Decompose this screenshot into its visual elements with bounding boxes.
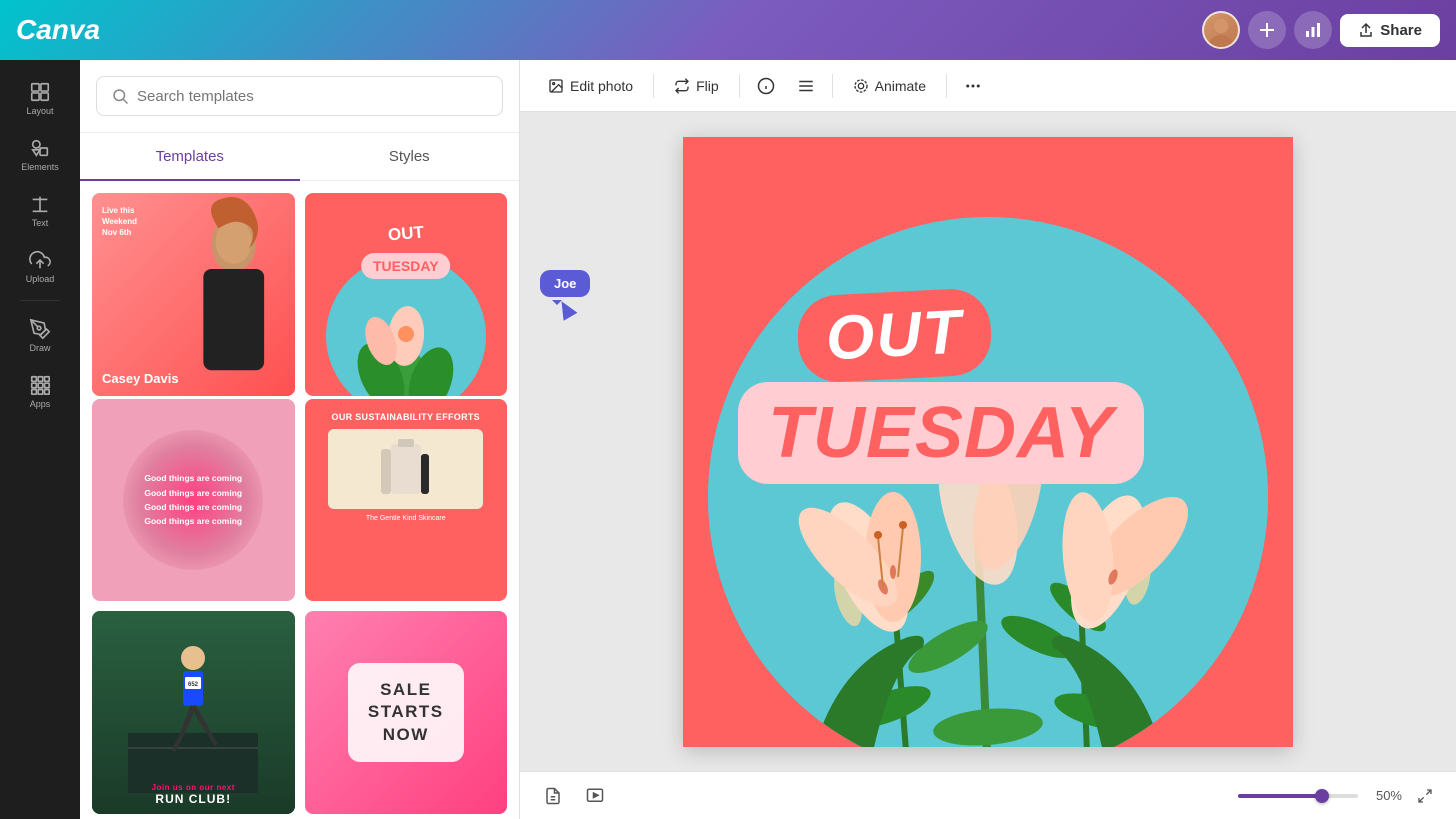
tabs-row: Templates Styles (80, 133, 519, 181)
bottom-bar: 50% (520, 771, 1456, 819)
template2-out: OUT (377, 219, 435, 250)
sidebar-elements-label: Elements (21, 162, 59, 172)
zoom-label: 50% (1366, 788, 1402, 803)
header: Canva (0, 0, 1456, 60)
app-logo[interactable]: Canva (16, 14, 100, 46)
info-icon (757, 77, 775, 95)
template6-text: SALE STARTS NOW (368, 679, 444, 745)
template1-subtitle2: Weekend (102, 216, 137, 227)
zoom-slider[interactable] (1238, 794, 1358, 798)
header-right: Share (1202, 11, 1440, 49)
sidebar-apps-label: Apps (30, 399, 51, 409)
flip-label: Flip (696, 78, 719, 94)
search-input[interactable] (137, 88, 488, 105)
svg-text:652: 652 (188, 682, 199, 688)
zoom-fill (1238, 794, 1322, 798)
sidebar-item-upload[interactable]: Upload (10, 240, 70, 292)
notes-button[interactable] (536, 779, 570, 813)
sidebar-item-text[interactable]: Text (10, 184, 70, 236)
template-card-event[interactable]: Live this Weekend Nov 6th Casey Davis (92, 193, 295, 396)
design-canvas[interactable]: OUT TUESDAY (683, 137, 1293, 747)
template-card-sustainability[interactable]: OUR SUSTAINABILITY EFFORTS The Gentle Ki… (305, 399, 508, 602)
flip-button[interactable]: Flip (662, 71, 731, 101)
sidebar-text-label: Text (32, 218, 49, 228)
sidebar-layout-label: Layout (26, 106, 53, 116)
play-button[interactable] (578, 779, 612, 813)
template1-subtitle: Live this (102, 205, 137, 216)
sidebar-item-draw[interactable]: Draw (10, 309, 70, 361)
toolbar-divider-4 (946, 74, 947, 98)
user-avatar[interactable] (1202, 11, 1240, 49)
joe-name: Joe (554, 276, 576, 291)
template-card-sale[interactable]: SALE STARTS NOW (305, 611, 508, 814)
flip-icon (674, 78, 690, 94)
toolbar-divider-3 (832, 74, 833, 98)
template3-text: Good things are comingGood things are co… (144, 471, 242, 529)
toolbar-divider-1 (653, 74, 654, 98)
animate-label: Animate (875, 78, 926, 94)
template6-box: SALE STARTS NOW (348, 663, 464, 761)
add-button[interactable] (1248, 11, 1286, 49)
info-button[interactable] (748, 68, 784, 104)
template1-subtitle3: Nov 6th (102, 227, 137, 238)
fullscreen-icon (1417, 788, 1433, 804)
toolbar: Edit photo Flip (520, 60, 1456, 112)
sidebar-draw-label: Draw (29, 343, 50, 353)
canvas-tuesday-label[interactable]: TUESDAY (738, 382, 1144, 484)
templates-grid: Live this Weekend Nov 6th Casey Davis (80, 181, 519, 819)
template-card-runclub[interactable]: 652 Join us on our next RUN CLUB! (92, 611, 295, 814)
zoom-controls: 50% (1238, 781, 1440, 811)
search-icon (111, 87, 129, 105)
edit-photo-button[interactable]: Edit photo (536, 71, 645, 101)
sidebar-divider (20, 300, 60, 301)
share-label: Share (1380, 22, 1422, 39)
template4-image (328, 429, 483, 509)
canvas-container[interactable]: Joe (520, 112, 1456, 771)
more-button[interactable] (955, 68, 991, 104)
animate-button[interactable]: Animate (841, 71, 938, 101)
avatar-initials (1204, 13, 1238, 47)
sidebar-item-apps[interactable]: Apps (10, 365, 70, 417)
sidebar-item-layout[interactable]: Layout (10, 72, 70, 124)
tab-styles[interactable]: Styles (300, 134, 520, 181)
toolbar-divider-2 (739, 74, 740, 98)
menu-button[interactable] (788, 68, 824, 104)
notes-icon (544, 787, 562, 805)
template-card-tuesday[interactable]: OUT TUESDAY (305, 193, 508, 396)
more-icon (964, 77, 982, 95)
play-icon (586, 787, 604, 805)
tab-templates[interactable]: Templates (80, 134, 300, 181)
search-bar (80, 60, 519, 133)
template-card-motivational[interactable]: Good things are comingGood things are co… (92, 399, 295, 602)
template4-brand: The Gentle Kind Skincare (366, 515, 446, 522)
edit-photo-label: Edit photo (570, 78, 633, 94)
sidebar: Layout Elements Text Upload (0, 60, 80, 819)
share-button[interactable]: Share (1340, 14, 1440, 47)
templates-panel: Templates Styles Live this Weekend (80, 60, 520, 819)
sidebar-item-elements[interactable]: Elements (10, 128, 70, 180)
template4-title: OUR SUSTAINABILITY EFFORTS (332, 411, 480, 424)
zoom-thumb[interactable] (1315, 789, 1329, 803)
template5-text: Join us on our next RUN CLUB! (92, 783, 295, 806)
canvas-out-label[interactable]: OUT (796, 287, 993, 384)
fullscreen-button[interactable] (1410, 781, 1440, 811)
edit-photo-icon (548, 78, 564, 94)
template1-name: Casey Davis (102, 371, 179, 386)
user-bubble-joe: Joe (540, 270, 590, 297)
menu-icon (797, 77, 815, 95)
template2-tuesday: TUESDAY (361, 253, 451, 279)
sidebar-upload-label: Upload (26, 274, 55, 284)
animate-icon (853, 78, 869, 94)
search-input-wrap[interactable] (96, 76, 503, 116)
canvas-area: Edit photo Flip (520, 60, 1456, 819)
stats-button[interactable] (1294, 11, 1332, 49)
